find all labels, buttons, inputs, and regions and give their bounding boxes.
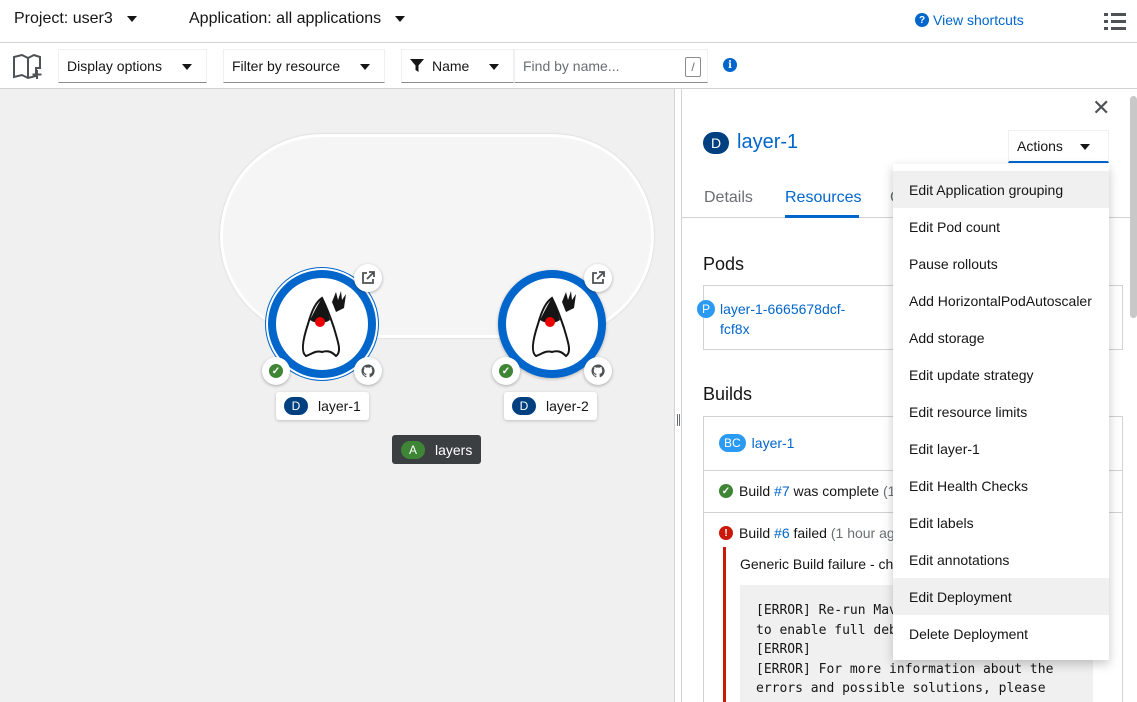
menu-item-edit-health-checks[interactable]: Edit Health Checks — [893, 467, 1109, 504]
build-7-status: was complete — [789, 483, 883, 499]
filter-by-resource-label: Filter by resource — [232, 58, 341, 74]
tab-details[interactable]: Details — [704, 189, 753, 207]
menu-item-add-hpa[interactable]: Add HorizontalPodAutoscaler — [893, 282, 1109, 319]
error-circle-icon: ! — [719, 526, 733, 540]
application-group-label[interactable]: A layers — [392, 435, 482, 464]
caret-down-icon — [1080, 144, 1090, 150]
view-shortcuts-link[interactable]: ? View shortcuts — [915, 12, 1024, 28]
menu-item-edit-application-grouping[interactable]: Edit Application grouping — [893, 171, 1109, 208]
build-6-status: failed — [789, 525, 831, 541]
node-name: layer-1 — [318, 398, 361, 414]
caret-down-icon — [126, 16, 137, 22]
filter-type-dropdown[interactable]: Name — [401, 49, 514, 83]
masthead: Project: user3 Application: all applicat… — [0, 0, 1137, 43]
display-options-label: Display options — [67, 58, 162, 74]
menu-item-add-storage[interactable]: Add storage — [893, 319, 1109, 356]
actions-dropdown[interactable]: Actions — [1008, 130, 1109, 163]
github-icon — [361, 364, 375, 378]
build-6-row: ! Build #6 failed (1 hour ag — [719, 525, 895, 541]
menu-item-edit-layer-1[interactable]: Edit layer-1 — [893, 430, 1109, 467]
build-6-time: (1 hour ag — [830, 525, 895, 541]
menu-item-delete-deployment[interactable]: Delete Deployment — [893, 615, 1109, 652]
edit-source-code-button[interactable] — [354, 357, 382, 385]
build-config-row: BC layer-1 — [719, 434, 794, 452]
actions-label: Actions — [1017, 138, 1063, 154]
project-dropdown[interactable]: Project: user3 — [14, 10, 137, 28]
build-7-link[interactable]: #7 — [774, 483, 790, 499]
build-7-prefix: Build — [739, 483, 775, 499]
filter-type-label: Name — [432, 58, 470, 74]
question-circle-icon: ? — [915, 13, 929, 27]
menu-item-edit-resource-limits[interactable]: Edit resource limits — [893, 393, 1109, 430]
menu-item-edit-annotations[interactable]: Edit annotations — [893, 541, 1109, 578]
build-config-link[interactable]: layer-1 — [752, 435, 795, 451]
list-view-icon[interactable] — [1104, 12, 1126, 30]
display-options-dropdown[interactable]: Display options — [58, 49, 207, 83]
panel-title: D layer-1 — [703, 131, 798, 154]
caret-down-icon — [489, 64, 499, 70]
pod-link[interactable]: layer-1-6665678dcf-fcf8x — [720, 299, 860, 339]
panel-title-link[interactable]: layer-1 — [737, 131, 798, 154]
node-label-layer-2[interactable]: D layer-2 — [504, 392, 597, 420]
edit-source-code-button[interactable] — [584, 357, 612, 385]
check-circle-icon: ✓ — [269, 364, 283, 378]
external-link-icon — [592, 271, 605, 284]
pod-badge: P — [697, 300, 715, 318]
application-dropdown[interactable]: Application: all applications — [189, 10, 406, 28]
build-6-link[interactable]: #6 — [774, 525, 790, 541]
grip-icon — [677, 414, 680, 426]
find-by-name-input[interactable]: Find by name... / — [514, 49, 708, 83]
github-icon — [591, 364, 605, 378]
panel-resize-handle[interactable] — [674, 89, 682, 702]
application-label: Application: all applications — [189, 10, 382, 27]
build-6-prefix: Build — [739, 525, 775, 541]
menu-item-edit-pod-count[interactable]: Edit Pod count — [893, 208, 1109, 245]
filter-by-resource-dropdown[interactable]: Filter by resource — [223, 49, 385, 83]
menu-item-edit-update-strategy[interactable]: Edit update strategy — [893, 356, 1109, 393]
close-icon[interactable]: ✕ — [1092, 95, 1110, 121]
quick-search-book-icon[interactable] — [13, 54, 43, 80]
tab-resources[interactable]: Resources — [785, 189, 861, 207]
caret-down-icon — [360, 64, 370, 70]
active-tab-indicator — [785, 215, 859, 218]
build-config-badge: BC — [719, 434, 746, 452]
topology-toolbar: Display options Filter by resource Name … — [0, 43, 1137, 89]
build-7-row: ✓ Build #7 was complete (1 — [719, 483, 895, 499]
group-name: layers — [435, 441, 473, 458]
build-status-button[interactable]: ✓ — [262, 357, 290, 385]
error-indicator-bar — [723, 547, 726, 702]
menu-item-pause-rollouts[interactable]: Pause rollouts — [893, 245, 1109, 282]
panel-scrollbar[interactable] — [1130, 96, 1137, 318]
check-circle-icon: ✓ — [719, 484, 733, 498]
check-circle-icon: ✓ — [499, 364, 513, 378]
info-icon[interactable]: i — [723, 58, 737, 72]
actions-menu: Edit Application grouping Edit Pod count… — [893, 164, 1109, 660]
keyboard-shortcut-hint: / — [685, 57, 701, 77]
node-name: layer-2 — [546, 398, 589, 414]
pods-heading: Pods — [703, 254, 745, 274]
search-placeholder: Find by name... — [523, 58, 620, 74]
filter-icon — [410, 59, 424, 72]
deployment-badge: D — [284, 397, 308, 415]
failure-message: Generic Build failure - ch — [740, 556, 894, 572]
view-shortcuts-label: View shortcuts — [933, 12, 1024, 28]
project-label: Project: user3 — [14, 10, 113, 27]
external-link-icon — [362, 271, 375, 284]
java-duke-icon — [301, 291, 346, 358]
builds-heading: Builds — [703, 384, 753, 404]
menu-item-edit-deployment[interactable]: Edit Deployment — [893, 578, 1109, 615]
caret-down-icon — [395, 16, 406, 22]
java-duke-icon — [531, 291, 576, 358]
deployment-badge: D — [512, 397, 536, 415]
node-label-layer-1[interactable]: D layer-1 — [276, 392, 369, 420]
build-status-button[interactable]: ✓ — [492, 357, 520, 385]
open-url-button[interactable] — [584, 264, 612, 292]
menu-item-edit-labels[interactable]: Edit labels — [893, 504, 1109, 541]
deployment-badge: D — [703, 131, 729, 154]
application-badge: A — [401, 440, 425, 459]
caret-down-icon — [182, 64, 192, 70]
open-url-button[interactable] — [354, 264, 382, 292]
